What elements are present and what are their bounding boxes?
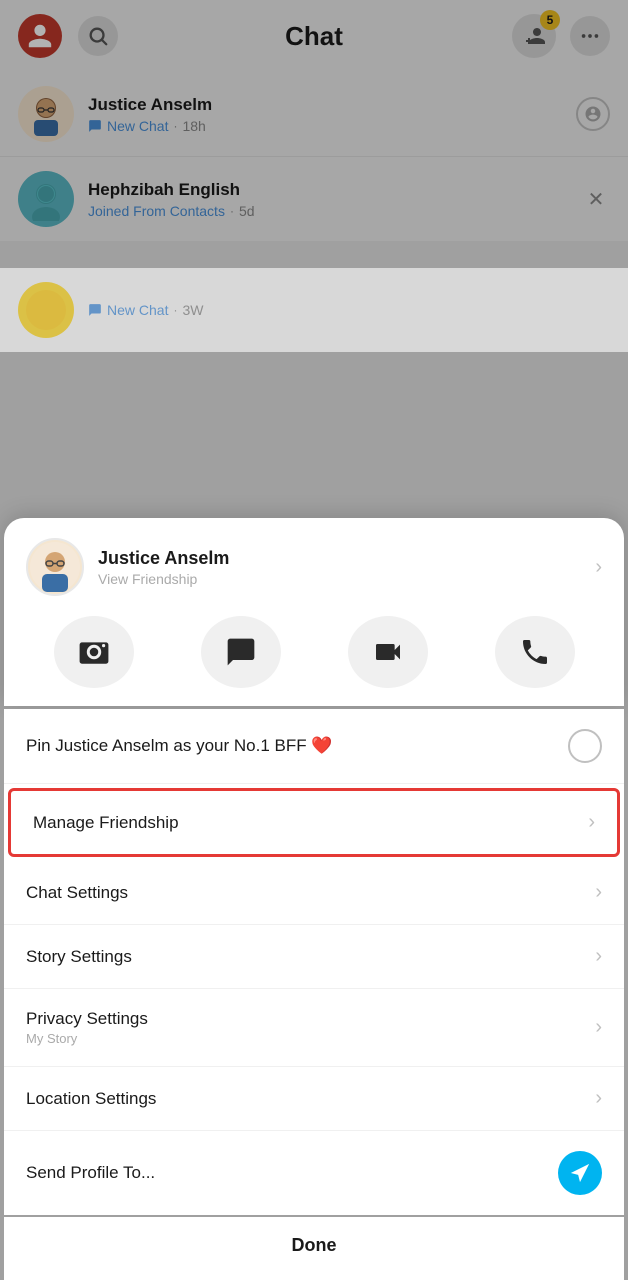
story-settings-item[interactable]: Story Settings › (4, 925, 624, 989)
send-profile-item[interactable]: Send Profile To... (4, 1131, 624, 1215)
privacy-settings-item[interactable]: Privacy Settings My Story › (4, 989, 624, 1067)
pin-bff-label: Pin Justice Anselm as your No.1 BFF ❤️ (26, 736, 333, 756)
send-profile-label: Send Profile To... (26, 1163, 155, 1183)
action-video-button[interactable] (348, 616, 428, 688)
friend-card-chevron[interactable]: › (595, 556, 602, 579)
action-chat-button[interactable] (201, 616, 281, 688)
manage-friendship-item[interactable]: Manage Friendship › (8, 788, 620, 857)
friend-view-friendship: View Friendship (98, 571, 229, 587)
story-settings-chevron: › (595, 945, 602, 968)
bottom-sheet: Justice Anselm View Friendship › (0, 518, 628, 1280)
manage-friendship-chevron: › (588, 811, 595, 834)
location-settings-item[interactable]: Location Settings › (4, 1067, 624, 1131)
location-settings-label: Location Settings (26, 1089, 156, 1109)
action-camera-button[interactable] (54, 616, 134, 688)
done-bar: Done (4, 1217, 624, 1280)
friend-avatar[interactable] (26, 538, 84, 596)
manage-friendship-label: Manage Friendship (33, 813, 179, 833)
pin-bff-item[interactable]: Pin Justice Anselm as your No.1 BFF ❤️ (4, 709, 624, 784)
privacy-settings-label: Privacy Settings (26, 1009, 148, 1029)
privacy-settings-sub: My Story (26, 1031, 148, 1046)
chat-settings-label: Chat Settings (26, 883, 128, 903)
menu-card: Pin Justice Anselm as your No.1 BFF ❤️ M… (4, 709, 624, 1215)
story-settings-label: Story Settings (26, 947, 132, 967)
pin-bff-toggle[interactable] (568, 729, 602, 763)
chat-settings-chevron: › (595, 881, 602, 904)
location-settings-chevron: › (595, 1087, 602, 1110)
quick-actions (26, 616, 602, 688)
partial-avatar (18, 282, 74, 338)
send-profile-button[interactable] (558, 1151, 602, 1195)
action-phone-button[interactable] (495, 616, 575, 688)
friend-card: Justice Anselm View Friendship › (4, 518, 624, 706)
privacy-settings-chevron: › (595, 1016, 602, 1039)
friend-name: Justice Anselm (98, 548, 229, 569)
chat-settings-item[interactable]: Chat Settings › (4, 861, 624, 925)
partial-chat-item: New Chat · 3W (0, 268, 628, 352)
done-button[interactable]: Done (292, 1235, 337, 1256)
partial-chat-time: 3W (182, 302, 203, 318)
partial-chat-label: New Chat (107, 302, 168, 318)
